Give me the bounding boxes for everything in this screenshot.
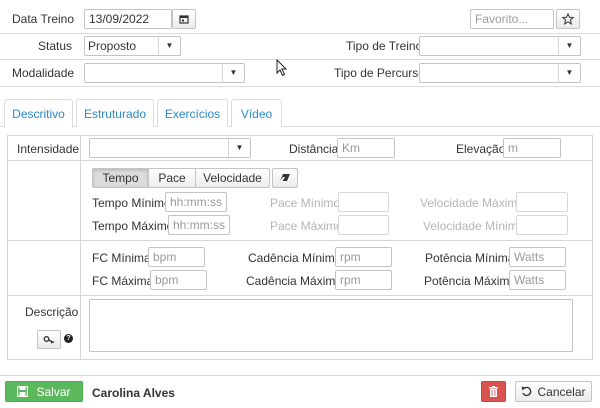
calendar-icon: [179, 15, 189, 24]
athlete-name: Carolina Alves: [92, 386, 175, 400]
divider: [0, 33, 600, 34]
cadencia-maxima-label: Cadência Máxima: [246, 274, 343, 288]
save-button[interactable]: Salvar: [5, 381, 83, 402]
status-select[interactable]: Proposto ▼: [84, 36, 181, 56]
pace-minimo-label: Pace Mínimo: [270, 196, 341, 210]
clear-button[interactable]: [272, 168, 298, 188]
potencia-maxima-input[interactable]: [509, 270, 566, 290]
trash-icon: [489, 386, 498, 397]
potencia-maxima-label: Potência Máxima: [424, 274, 517, 288]
mode-velocidade-button[interactable]: Velocidade: [195, 168, 270, 188]
favorite-star-button[interactable]: [556, 9, 580, 29]
mode-label: Pace: [158, 171, 186, 185]
question-icon[interactable]: ?: [64, 334, 73, 343]
mode-pace-button[interactable]: Pace: [148, 168, 196, 188]
tipo-percurso-label: Tipo de Percurso: [334, 66, 425, 80]
velocidade-maxima-label: Velocidade Máxima: [420, 196, 525, 210]
divider: [0, 59, 600, 60]
tab-exercicios[interactable]: Exercícios: [157, 99, 228, 127]
cadencia-minima-input[interactable]: [335, 247, 392, 267]
mode-label: Tempo: [102, 171, 139, 185]
tipo-treino-label: Tipo de Treino: [346, 39, 423, 53]
star-icon: [562, 13, 574, 25]
elevacao-input[interactable]: [503, 138, 561, 158]
potencia-minima-input[interactable]: [509, 247, 566, 267]
distancia-label: Distância: [289, 142, 339, 156]
cadencia-maxima-input[interactable]: [335, 270, 392, 290]
modalidade-label: Modalidade: [12, 66, 75, 80]
status-value: Proposto: [88, 39, 137, 53]
cancel-label: Cancelar: [537, 384, 586, 399]
calendar-button[interactable]: [172, 9, 196, 29]
save-label: Salvar: [36, 384, 71, 399]
cadencia-minima-label: Cadência Mínima: [248, 251, 342, 265]
tab-label: Estruturado: [83, 106, 147, 121]
chevron-down-icon: ▼: [222, 64, 244, 82]
tempo-maximo-label: Tempo Máximo: [92, 219, 174, 233]
elevacao-label: Elevação: [456, 142, 506, 156]
tempo-maximo-input[interactable]: [168, 215, 230, 235]
velocidade-minima-input[interactable]: [516, 215, 568, 235]
divider: [7, 160, 593, 161]
fc-maxima-input[interactable]: [150, 270, 207, 290]
tipo-treino-select[interactable]: ▼: [419, 36, 581, 56]
tab-label: Vídeo: [240, 106, 273, 121]
mode-segmented-control: Tempo Pace Velocidade: [92, 168, 270, 188]
descricao-label: Descrição: [25, 305, 79, 319]
potencia-minima-label: Potência Mínima: [425, 251, 515, 265]
distancia-input[interactable]: [337, 138, 395, 158]
fc-minima-input[interactable]: [148, 247, 205, 267]
floppy-icon: [17, 386, 29, 397]
intensidade-select[interactable]: ▼: [89, 138, 251, 158]
pace-maximo-input[interactable]: [338, 215, 389, 235]
panel-column-divider: [80, 135, 81, 360]
key-icon: [43, 335, 55, 344]
velocidade-minima-label: Velocidade Mínima: [423, 219, 525, 233]
chevron-down-icon: ▼: [558, 37, 580, 55]
cancel-button[interactable]: Cancelar: [515, 381, 592, 402]
pace-maximo-label: Pace Máximo: [270, 219, 343, 233]
mode-tempo-button[interactable]: Tempo: [92, 168, 149, 188]
eraser-icon: [280, 174, 290, 181]
pace-minimo-input[interactable]: [338, 192, 389, 212]
intensidade-label: Intensidade: [17, 142, 80, 156]
tab-label: Descritivo: [12, 107, 65, 121]
favorito-input[interactable]: [470, 9, 554, 29]
footer-divider: [0, 375, 600, 376]
data-treino-input[interactable]: [84, 9, 172, 29]
divider: [0, 86, 600, 87]
chevron-down-icon: ▼: [158, 37, 180, 55]
tab-estruturado[interactable]: Estruturado: [76, 99, 154, 127]
delete-button[interactable]: [481, 381, 506, 402]
divider: [7, 240, 593, 241]
tempo-minimo-label: Tempo Mínimo: [92, 196, 171, 210]
tab-descritivo[interactable]: Descritivo: [4, 99, 73, 128]
fc-maxima-label: FC Máxima: [92, 274, 154, 288]
divider: [7, 295, 593, 296]
tipo-percurso-select[interactable]: ▼: [419, 63, 581, 83]
chevron-down-icon: ▼: [228, 139, 250, 157]
tab-video[interactable]: Vídeo: [231, 99, 282, 127]
help-glyph: ?: [66, 335, 71, 342]
status-label: Status: [38, 39, 73, 53]
cursor-icon: [276, 59, 288, 77]
key-button[interactable]: [37, 330, 61, 349]
chevron-down-icon: ▼: [558, 64, 580, 82]
modalidade-select[interactable]: ▼: [84, 63, 245, 83]
data-treino-label: Data Treino: [12, 12, 75, 26]
velocidade-maxima-input[interactable]: [516, 192, 568, 212]
mode-label: Velocidade: [203, 171, 262, 185]
fc-minima-label: FC Mínima: [92, 251, 151, 265]
tempo-minimo-input[interactable]: [165, 192, 227, 212]
tab-label: Exercícios: [164, 106, 221, 121]
undo-icon: [521, 386, 532, 397]
descricao-textarea[interactable]: [89, 299, 573, 352]
